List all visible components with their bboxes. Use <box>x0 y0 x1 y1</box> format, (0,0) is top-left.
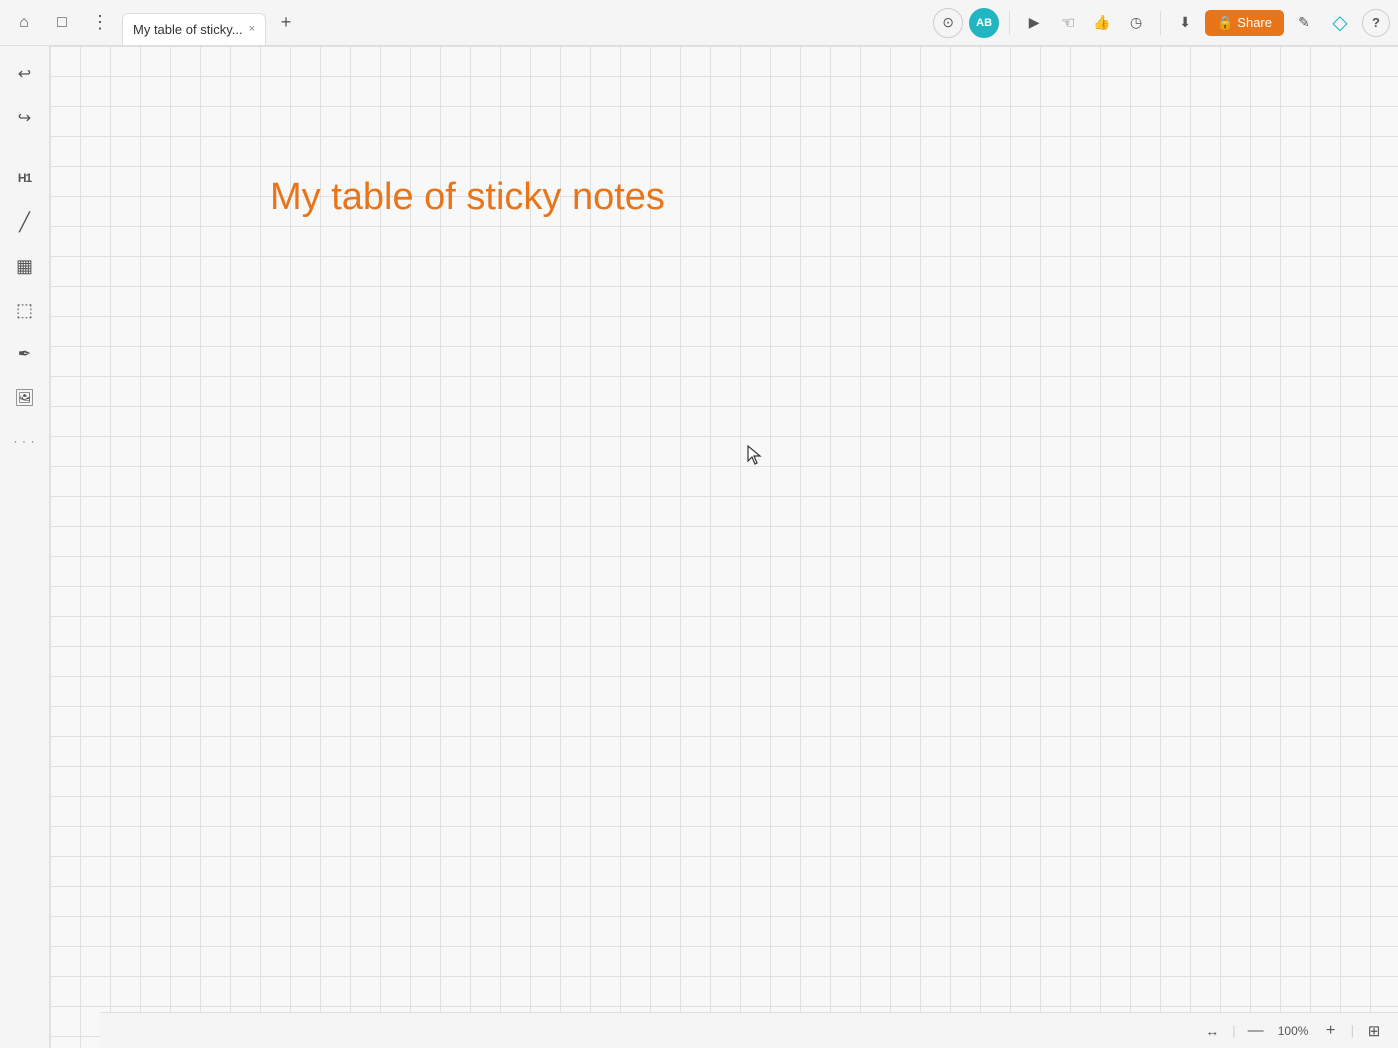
add-tab-button[interactable]: + <box>272 9 300 37</box>
share-label: Share <box>1237 15 1272 30</box>
cursor-indicator <box>746 444 764 471</box>
sidebar-sticky[interactable]: ⬚ <box>7 292 43 328</box>
sidebar-more[interactable]: · · · <box>7 424 43 460</box>
line-icon: ╱ <box>19 212 30 233</box>
avatar-button[interactable]: AB <box>969 8 999 38</box>
canvas[interactable]: My table of sticky notes ↔ | — 100% + | … <box>50 46 1398 1048</box>
thumb-icon: 👍 <box>1093 14 1110 31</box>
main-area: ↩ ↪ H1 ╱ ▦ ⬚ ✒ 🖼 · · <box>0 46 1398 1048</box>
table-icon: ▦ <box>16 256 33 277</box>
diamond-icon: ◇ <box>1332 10 1347 35</box>
image-icon: 🖼 <box>14 388 34 408</box>
target-icon: ⊙ <box>942 14 954 31</box>
help-button[interactable]: ? <box>1362 9 1390 37</box>
sidebar-table[interactable]: ▦ <box>7 248 43 284</box>
zoom-in-icon: + <box>1326 1022 1335 1040</box>
avatar-label: AB <box>976 17 992 29</box>
clock-icon: ◷ <box>1130 14 1142 31</box>
pen-icon: ✒ <box>18 344 31 364</box>
divider-2 <box>1160 11 1161 35</box>
download-button[interactable]: ⬇ <box>1171 9 1199 37</box>
touch-icon: ☜ <box>1061 13 1075 33</box>
share-button[interactable]: 🔒 Share <box>1205 10 1284 36</box>
sticky-icon: ⬚ <box>16 300 33 321</box>
divider-1 <box>1009 11 1010 35</box>
lock-icon: 🔒 <box>1217 15 1233 31</box>
diamond-button[interactable]: ◇ <box>1324 7 1356 39</box>
sidebar-image[interactable]: 🖼 <box>7 380 43 416</box>
fit-icon: ↔ <box>1205 1023 1219 1039</box>
minimap-icon: ⊞ <box>1368 1022 1381 1040</box>
zoom-level: 100% <box>1276 1024 1311 1038</box>
tab-close-button[interactable]: × <box>249 23 255 35</box>
tab-menu-button[interactable]: ⋮ <box>84 7 116 39</box>
home-button[interactable]: ⌂ <box>8 7 40 39</box>
download-icon: ⬇ <box>1179 14 1191 31</box>
more-icon: · · · <box>13 436 35 448</box>
fit-to-screen-button[interactable]: ↔ <box>1200 1019 1224 1043</box>
target-button[interactable]: ⊙ <box>933 8 963 38</box>
play-button[interactable]: ▶ <box>1020 9 1048 37</box>
sidebar-heading[interactable]: H1 <box>7 160 43 196</box>
minimap-button[interactable]: ⊞ <box>1362 1019 1386 1043</box>
bottombar: ↔ | — 100% + | ⊞ <box>100 1012 1398 1048</box>
clock-button[interactable]: ◷ <box>1122 9 1150 37</box>
edit-button[interactable]: ✎ <box>1290 9 1318 37</box>
sidebar-pen[interactable]: ✒ <box>7 336 43 372</box>
active-tab[interactable]: My table of sticky... × <box>122 13 266 45</box>
zoom-out-button[interactable]: — <box>1244 1019 1268 1043</box>
touch-button[interactable]: ☜ <box>1054 9 1082 37</box>
sidebar: ↩ ↪ H1 ╱ ▦ ⬚ ✒ 🖼 · · <box>0 46 50 1048</box>
redo-icon: ↪ <box>18 108 31 128</box>
sidebar-redo[interactable]: ↪ <box>7 100 43 136</box>
heading-icon: H1 <box>18 171 31 185</box>
add-tab-icon: + <box>281 12 292 33</box>
sidebar-line[interactable]: ╱ <box>7 204 43 240</box>
zoom-in-button[interactable]: + <box>1319 1019 1343 1043</box>
topbar-left: ⌂ □ ⋮ My table of sticky... × + <box>8 7 927 39</box>
canvas-title: My table of sticky notes <box>270 176 665 219</box>
home-icon: ⌂ <box>19 14 29 32</box>
play-icon: ▶ <box>1029 14 1040 31</box>
topbar: ⌂ □ ⋮ My table of sticky... × + ⊙ AB ▶ ☜ <box>0 0 1398 46</box>
topbar-right: ⊙ AB ▶ ☜ 👍 ◷ ⬇ 🔒 Share ✎ ◇ <box>933 7 1390 39</box>
sidebar-undo[interactable]: ↩ <box>7 56 43 92</box>
bottom-divider-1: | <box>1232 1023 1235 1038</box>
window-button[interactable]: □ <box>46 7 78 39</box>
tab-title: My table of sticky... <box>133 22 243 37</box>
window-icon: □ <box>57 14 67 32</box>
zoom-out-icon: — <box>1248 1022 1264 1040</box>
tab-menu-icon: ⋮ <box>91 12 109 33</box>
edit-icon: ✎ <box>1298 14 1310 31</box>
thumb-button[interactable]: 👍 <box>1088 9 1116 37</box>
bottom-divider-2: | <box>1351 1023 1354 1038</box>
help-icon: ? <box>1372 15 1380 30</box>
undo-icon: ↩ <box>18 64 31 84</box>
